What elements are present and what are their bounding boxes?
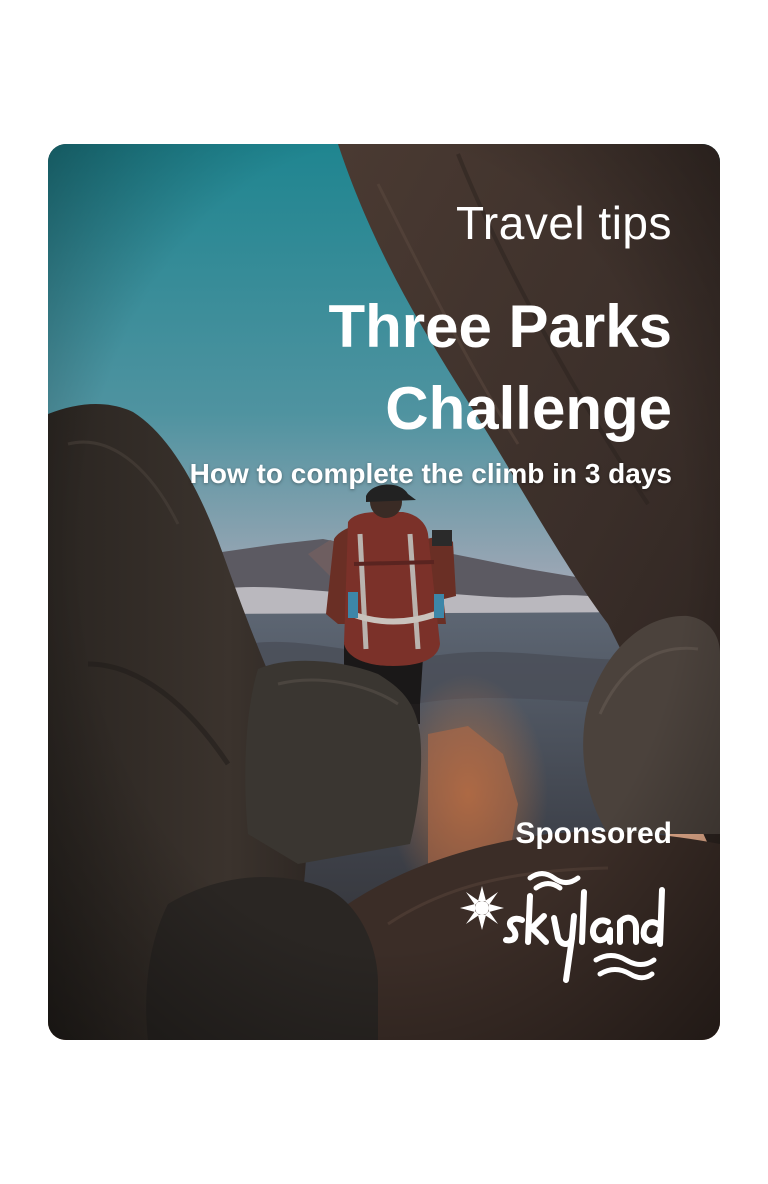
- article-title[interactable]: Three Parks Challenge: [212, 286, 672, 450]
- article-subtitle: How to complete the climb in 3 days: [189, 458, 672, 489]
- sponsored-article-card[interactable]: Travel tips Three Parks Challenge How to…: [48, 144, 720, 1040]
- sponsored-label: Sponsored: [515, 817, 672, 850]
- category-label: Travel tips: [456, 197, 672, 249]
- skyland-logo[interactable]: skyland: [458, 868, 672, 992]
- sun-flower-icon: [460, 886, 504, 930]
